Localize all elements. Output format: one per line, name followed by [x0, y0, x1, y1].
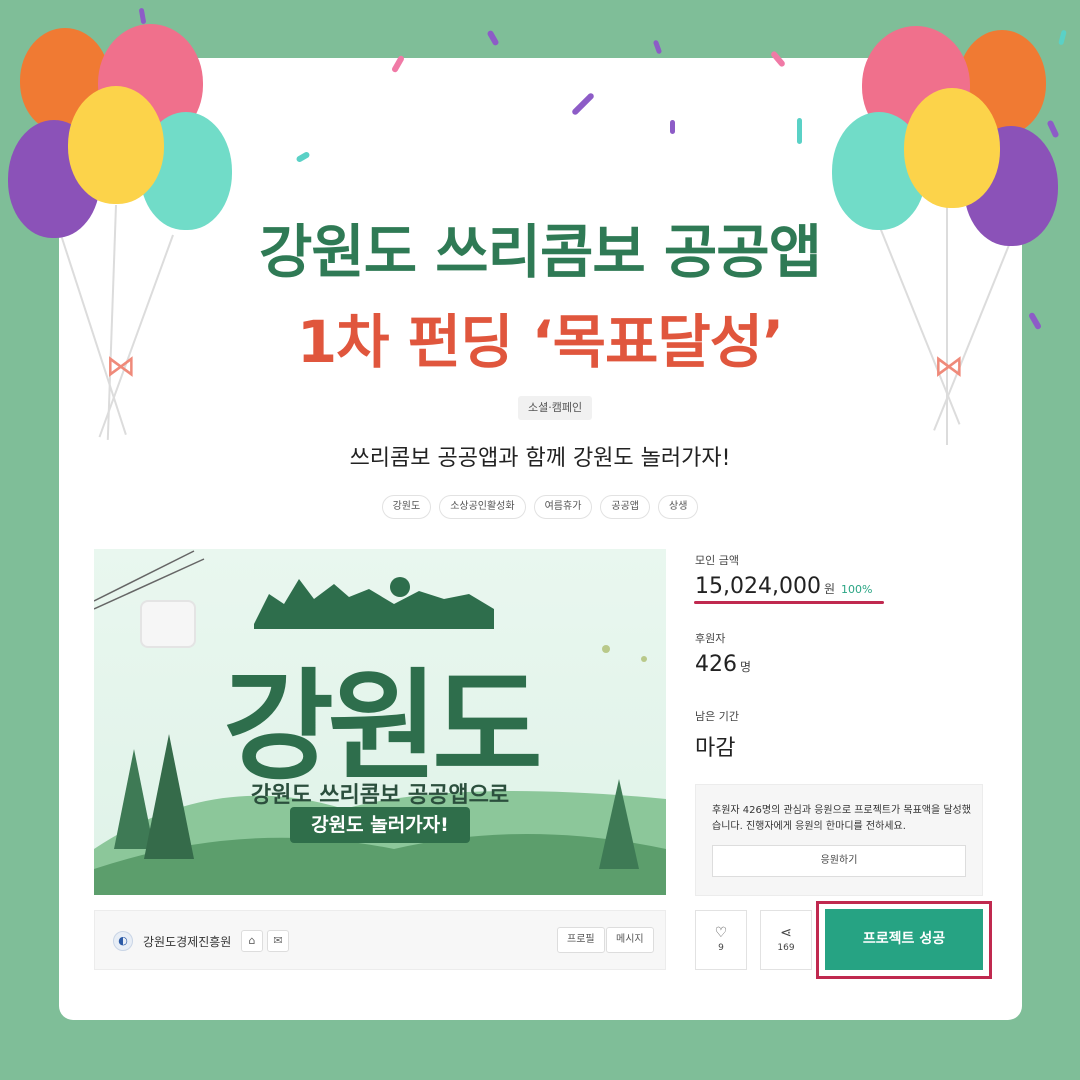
confetti: [1046, 119, 1060, 139]
category-chip[interactable]: 소셜·캠페인: [518, 396, 593, 420]
tag-item[interactable]: 상생: [658, 495, 699, 519]
like-button[interactable]: ♡ 9: [695, 910, 747, 970]
tag-list: 강원도 소상공인활성화 여름휴가 공공앱 상생: [0, 495, 1080, 519]
tag-item[interactable]: 소상공인활성화: [439, 495, 526, 519]
creator-name[interactable]: 강원도경제진흥원: [143, 933, 231, 950]
remaining-label: 남은 기간: [695, 710, 739, 723]
share-button[interactable]: ⋖ 169: [760, 910, 812, 970]
backers-label: 후원자: [695, 632, 726, 645]
confetti: [670, 120, 675, 134]
success-notice: 후원자 426명의 관심과 응원으로 프로젝트가 목표액을 달성했습니다. 진행…: [695, 784, 983, 896]
share-icon: ⋖: [780, 925, 792, 941]
creator-logo-icon: ◐: [113, 931, 133, 951]
balloon-yellow: [68, 86, 164, 204]
hero-pill: 강원도 놀러가자!: [290, 807, 470, 843]
headline-line1: 강원도 쓰리콤보 공공앱: [259, 218, 822, 286]
creator-bar: ◐ 강원도경제진흥원 ⌂ ✉ 프로필 메시지: [94, 910, 666, 970]
tag-item[interactable]: 여름휴가: [533, 495, 593, 519]
raised-label: 모인 금액: [695, 554, 739, 567]
like-count: 9: [718, 943, 724, 953]
backers-value: 426: [695, 652, 737, 677]
balloon-yellow: [904, 88, 1000, 208]
backers-count: 426 명: [695, 652, 751, 677]
raised-value: 15,024,000: [695, 574, 821, 599]
cable-car-illustration: [140, 600, 196, 648]
home-icon[interactable]: ⌂: [241, 930, 263, 952]
confetti: [1058, 29, 1067, 46]
profile-button[interactable]: 프로필: [557, 927, 605, 953]
heart-icon: ♡: [714, 925, 728, 941]
notice-text: 후원자 426명의 관심과 응원으로 프로젝트가 목표액을 달성했습니다. 진행…: [712, 805, 971, 832]
raised-unit: 원: [823, 582, 836, 596]
project-title: 쓰리콤보 공공앱과 함께 강원도 놀러가자!: [349, 446, 731, 471]
raised-percent: 100%: [841, 583, 873, 596]
confetti: [652, 39, 663, 55]
message-button[interactable]: 메시지: [606, 927, 654, 953]
confetti: [797, 118, 802, 144]
tag-item[interactable]: 강원도: [381, 495, 432, 519]
tag-item[interactable]: 공공앱: [600, 495, 651, 519]
raised-amount: 15,024,000 원 100%: [695, 574, 872, 599]
hero-line1: 강원도 쓰리콤보 공공앱으로: [250, 783, 510, 808]
project-success-button[interactable]: 프로젝트 성공: [825, 909, 983, 970]
remaining-value: 마감: [695, 736, 736, 761]
confetti: [486, 29, 500, 47]
share-count: 169: [777, 943, 795, 953]
backers-unit: 명: [740, 660, 752, 674]
highlight-underline: [694, 601, 884, 604]
headline-line2: 1차 펀딩 ‘목표달성’: [296, 308, 784, 376]
cheer-button[interactable]: 응원하기: [712, 845, 966, 877]
mail-icon[interactable]: ✉: [267, 930, 289, 952]
confetti: [138, 7, 147, 25]
